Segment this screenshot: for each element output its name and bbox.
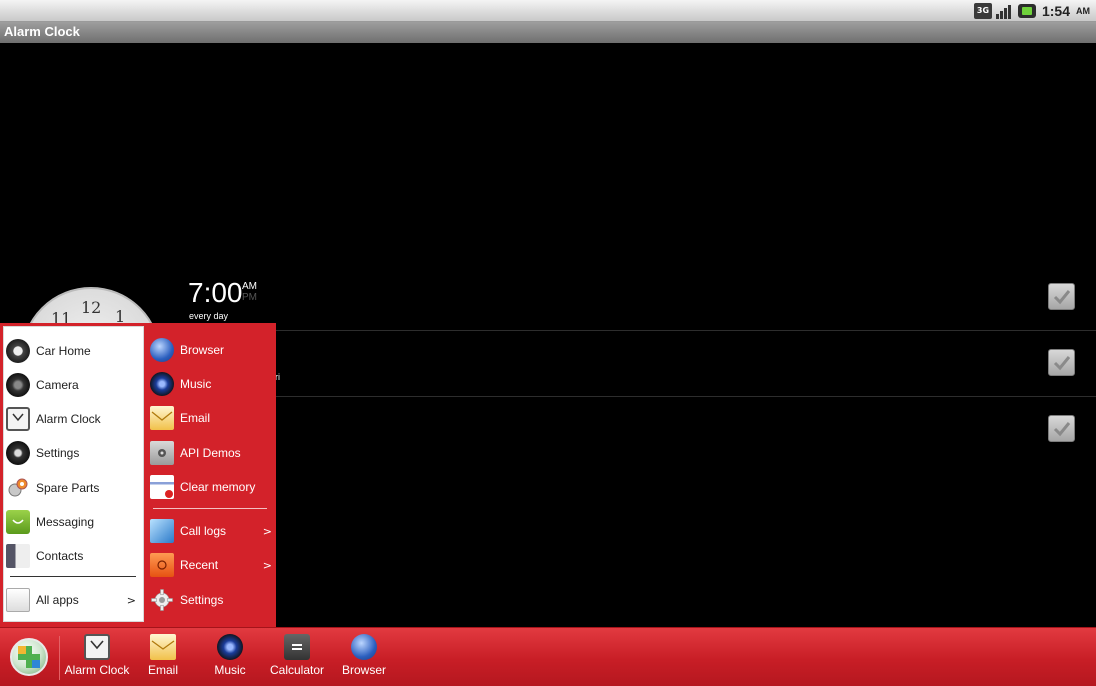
taskbar-app-calculator[interactable]: Calculator [270, 634, 324, 682]
car-home-icon [6, 339, 30, 363]
email-icon [150, 634, 176, 660]
taskbar-separator [59, 636, 60, 680]
menu-item-browser[interactable]: Browser [150, 335, 274, 365]
email-icon [150, 406, 174, 430]
alarm-row[interactable]: 7:00 AM PM every day [0, 265, 1096, 331]
signal-strength-icon [995, 3, 1014, 19]
alarm-clock-icon [6, 407, 30, 431]
chevron-right-icon: > [262, 524, 272, 538]
checkmark-icon [1053, 355, 1070, 370]
menu-item-email[interactable]: Email [150, 403, 274, 433]
menu-item-recent[interactable]: Recent > [150, 550, 274, 580]
globe-icon [150, 338, 174, 362]
status-time: 1:54 [1041, 3, 1070, 19]
alarm-enabled-checkbox[interactable] [1048, 283, 1075, 310]
network-3g-icon: 3G [973, 3, 992, 19]
menu-divider [153, 508, 267, 509]
menu-item-car-home[interactable]: Car Home [6, 336, 140, 366]
menu-item-settings[interactable]: Settings [6, 438, 140, 468]
menu-item-spare-parts[interactable]: Spare Parts [6, 473, 140, 503]
alarm-enabled-checkbox[interactable] [1048, 349, 1075, 376]
alarm-enabled-checkbox[interactable] [1048, 415, 1075, 442]
chevron-right-icon: > [262, 558, 272, 572]
start-menu: Car Home Camera Alarm Clock Settings Spa… [0, 323, 276, 627]
messaging-icon [6, 510, 30, 534]
status-bar: 3G 1:54 AM [0, 0, 1096, 22]
app-title-bar: Alarm Clock [0, 22, 1096, 43]
settings-icon [6, 441, 30, 465]
contacts-icon [6, 544, 30, 568]
menu-item-api-demos[interactable]: API Demos [150, 438, 274, 468]
menu-item-camera[interactable]: Camera [6, 370, 140, 400]
menu-item-contacts[interactable]: Contacts [6, 541, 140, 571]
menu-item-clear-memory[interactable]: Clear memory [150, 472, 274, 502]
alarm-repeat: every day [189, 311, 229, 321]
camera-icon [6, 373, 30, 397]
start-logo-icon [18, 646, 40, 668]
call-logs-icon [150, 519, 174, 543]
menu-item-settings-right[interactable]: Settings [150, 585, 274, 615]
menu-item-call-logs[interactable]: Call logs > [150, 516, 274, 546]
battery-icon [1017, 4, 1036, 18]
all-apps-icon [6, 588, 30, 612]
taskbar-app-browser[interactable]: Browser [340, 634, 388, 682]
gear-icon [150, 588, 174, 612]
folder-gear-icon [150, 441, 174, 465]
taskbar-app-alarm-clock[interactable]: Alarm Clock [65, 634, 129, 682]
checkmark-icon [1053, 289, 1070, 304]
recent-folder-icon [150, 553, 174, 577]
checkmark-icon [1053, 421, 1070, 436]
globe-icon [351, 634, 377, 660]
app-title: Alarm Clock [4, 24, 80, 39]
menu-item-messaging[interactable]: Messaging [6, 507, 140, 537]
alarm-clock-icon [84, 634, 110, 660]
taskbar-app-music[interactable]: Music [212, 634, 248, 682]
status-ampm: AM [1076, 6, 1090, 16]
clear-memory-icon [150, 475, 174, 499]
menu-item-music[interactable]: Music [150, 369, 274, 399]
speaker-icon [217, 634, 243, 660]
alarm-pm: PM [242, 292, 257, 303]
alarm-time: 7:00 [188, 277, 243, 308]
android-screen: 3G 1:54 AM Alarm Clock 12 11 1 7:00 AM P… [0, 0, 1096, 686]
menu-item-all-apps[interactable]: All apps > [6, 585, 140, 615]
menu-divider [10, 576, 136, 577]
taskbar-app-email[interactable]: Email [146, 634, 180, 682]
status-icons: 3G 1:54 AM [973, 2, 1090, 20]
taskbar: Alarm Clock Email Music Calculator Brows… [0, 627, 1096, 686]
chevron-right-icon: > [126, 593, 136, 607]
speaker-icon [150, 372, 174, 396]
alarm-am: AM [242, 281, 257, 292]
start-button[interactable] [10, 638, 48, 676]
menu-item-alarm-clock[interactable]: Alarm Clock [6, 404, 140, 434]
calculator-icon [284, 634, 310, 660]
spare-parts-icon [6, 476, 30, 500]
